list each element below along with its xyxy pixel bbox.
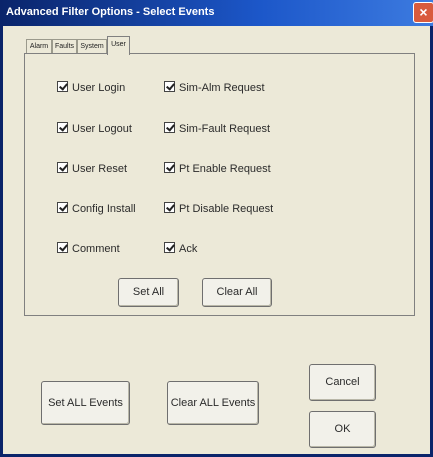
checkbox-checked-icon[interactable] <box>57 81 68 92</box>
checkbox-checked-icon[interactable] <box>164 81 175 92</box>
filter-dialog: Advanced Filter Options - Select Events … <box>0 0 433 457</box>
tab-system[interactable]: System <box>77 39 107 54</box>
tab-user[interactable]: User <box>107 36 130 55</box>
ok-button[interactable]: OK <box>309 411 376 448</box>
user-events-panel: User Login User Logout User Reset Config… <box>24 53 415 316</box>
checkbox-user-reset[interactable]: User Reset <box>57 162 127 175</box>
title-bar: Advanced Filter Options - Select Events … <box>0 0 433 26</box>
window-title: Advanced Filter Options - Select Events <box>6 6 215 18</box>
clear-all-events-button[interactable]: Clear ALL Events <box>167 381 259 425</box>
checkbox-sim-fault-request[interactable]: Sim-Fault Request <box>164 122 270 135</box>
cancel-button[interactable]: Cancel <box>309 364 376 401</box>
checkbox-pt-enable-request[interactable]: Pt Enable Request <box>164 162 271 175</box>
checkbox-label: Pt Disable Request <box>179 203 274 215</box>
checkbox-checked-icon[interactable] <box>57 202 68 213</box>
checkbox-comment[interactable]: Comment <box>57 242 120 255</box>
tab-faults[interactable]: Faults <box>52 39 77 54</box>
checkbox-ack[interactable]: Ack <box>164 242 197 255</box>
checkbox-user-logout[interactable]: User Logout <box>57 122 132 135</box>
clear-all-button[interactable]: Clear All <box>202 278 272 307</box>
checkbox-checked-icon[interactable] <box>57 242 68 253</box>
checkbox-label: Pt Enable Request <box>179 163 271 175</box>
checkbox-checked-icon[interactable] <box>164 242 175 253</box>
checkbox-label: User Reset <box>72 163 128 175</box>
checkbox-label: User Logout <box>72 123 132 135</box>
checkbox-label: Sim-Fault Request <box>179 123 271 135</box>
set-all-button[interactable]: Set All <box>118 278 179 307</box>
checkbox-label: Sim-Alm Request <box>179 82 265 94</box>
checkbox-sim-alm-request[interactable]: Sim-Alm Request <box>164 81 265 94</box>
checkbox-checked-icon[interactable] <box>164 122 175 133</box>
close-icon: × <box>419 4 428 20</box>
checkbox-label: Config Install <box>72 203 136 215</box>
checkbox-checked-icon[interactable] <box>164 202 175 213</box>
checkbox-checked-icon[interactable] <box>57 122 68 133</box>
checkbox-user-login[interactable]: User Login <box>57 81 125 94</box>
checkbox-config-install[interactable]: Config Install <box>57 202 136 215</box>
checkbox-checked-icon[interactable] <box>164 162 175 173</box>
checkbox-label: Ack <box>179 243 198 255</box>
checkbox-label: User Login <box>72 82 126 94</box>
checkbox-label: Comment <box>72 243 120 255</box>
close-button[interactable]: × <box>413 2 433 23</box>
tab-alarm[interactable]: Alarm <box>26 39 52 54</box>
set-all-events-button[interactable]: Set ALL Events <box>41 381 130 425</box>
checkbox-checked-icon[interactable] <box>57 162 68 173</box>
checkbox-pt-disable-request[interactable]: Pt Disable Request <box>164 202 273 215</box>
